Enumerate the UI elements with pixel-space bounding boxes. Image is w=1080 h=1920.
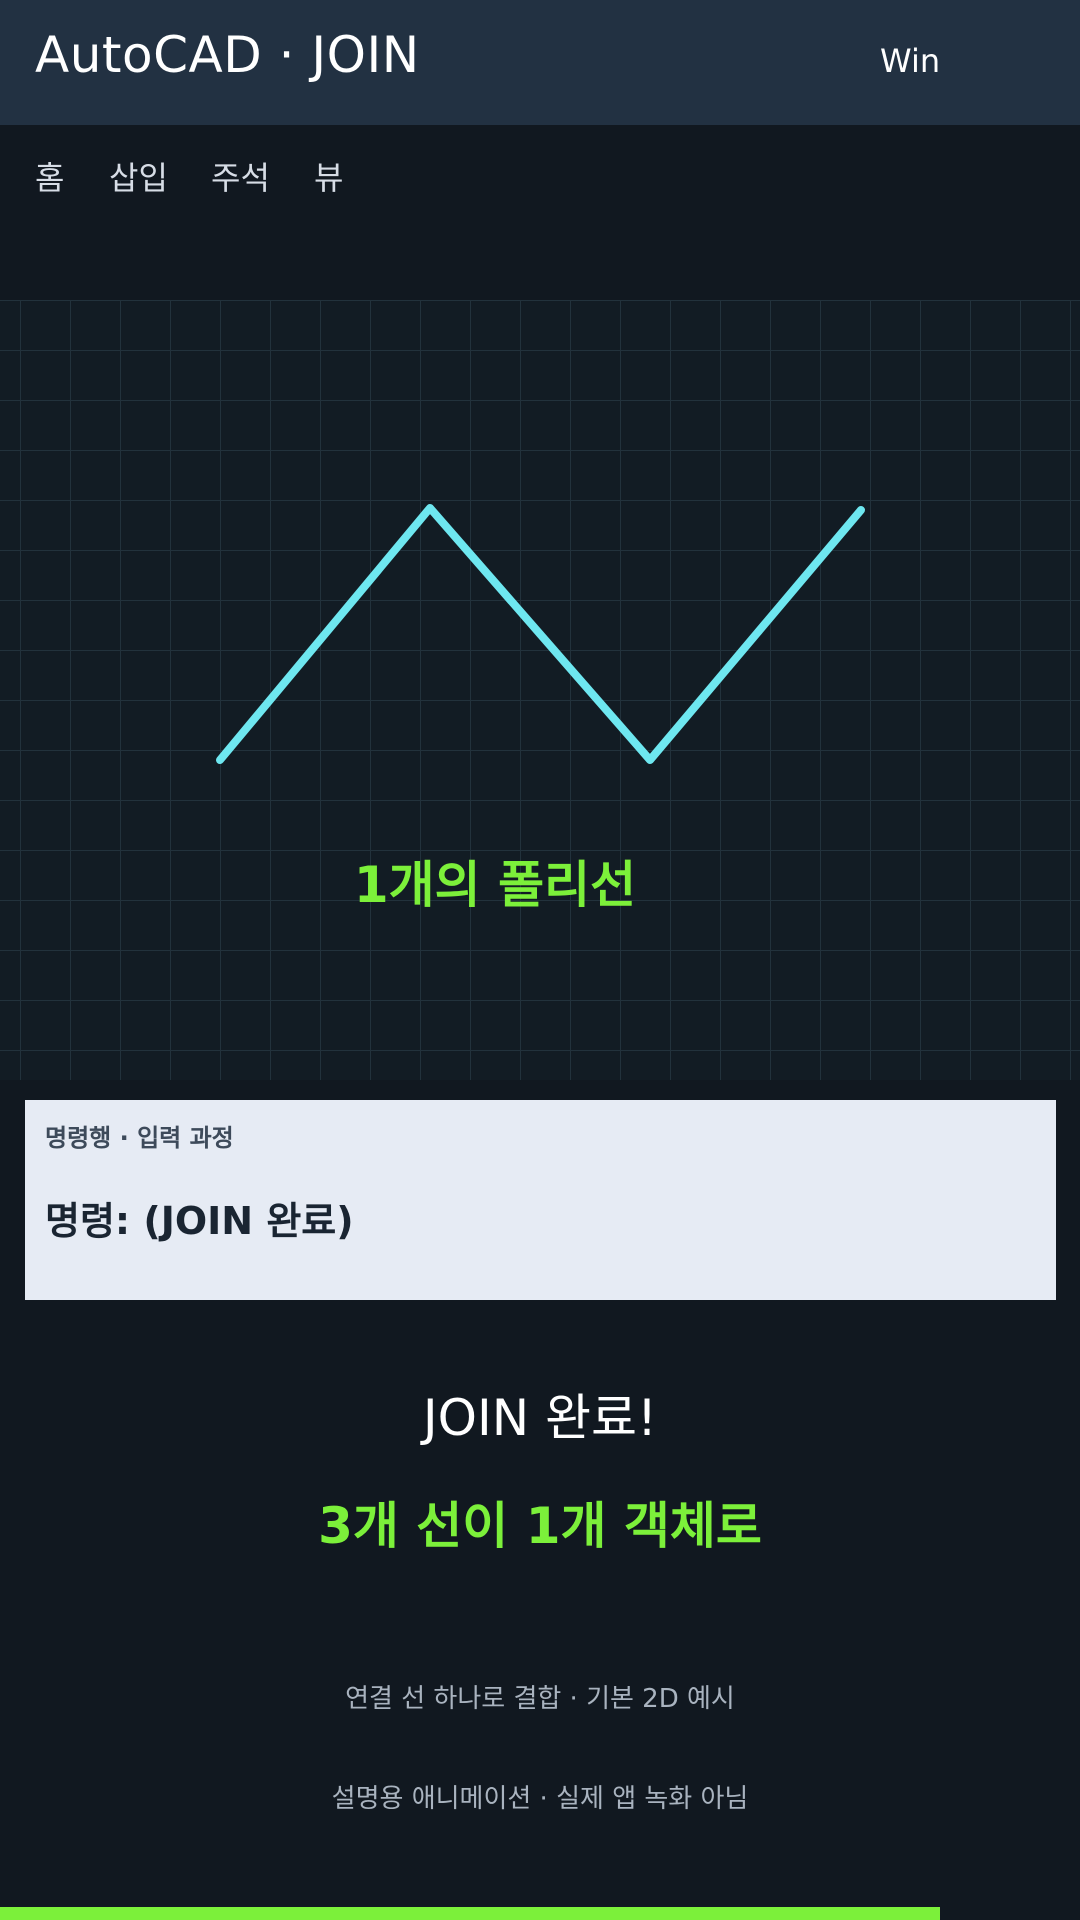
ribbon-tabs: 홈 삽입 주석 뷰: [0, 125, 1080, 225]
note-example: 연결 선 하나로 결합 · 기본 2D 예시: [345, 1684, 735, 1714]
polyline-count-label: 1개의 폴리선: [353, 856, 637, 914]
polyline-drawing: [216, 504, 865, 764]
title-bar: AutoCAD · JOIN Win: [0, 0, 1080, 125]
tab-view[interactable]: 뷰: [314, 153, 343, 199]
command-line-panel: 명령행 · 입력 과정 명령: (JOIN 완료): [25, 1100, 1056, 1300]
tab-insert[interactable]: 삽입: [109, 153, 168, 199]
progress-bar: [0, 1907, 1080, 1920]
tab-home[interactable]: 홈: [35, 153, 64, 199]
platform-label: Win: [880, 42, 941, 80]
drawing-canvas[interactable]: 1개의 폴리선: [0, 300, 1080, 1080]
command-line-text: 명령: (JOIN 완료): [45, 1199, 354, 1243]
command-line-caption: 명령행 · 입력 과정: [45, 1124, 234, 1152]
result-title: JOIN 완료!: [422, 1389, 658, 1447]
app-title: AutoCAD · JOIN: [35, 26, 420, 84]
result-subtitle: 3개 선이 1개 객체로: [318, 1497, 762, 1555]
tab-annotate[interactable]: 주석: [211, 153, 270, 199]
note-disclaimer: 설명용 애니메이션 · 실제 앱 녹화 아님: [331, 1784, 749, 1814]
progress-fill: [0, 1907, 940, 1920]
joined-polyline[interactable]: [216, 504, 865, 764]
